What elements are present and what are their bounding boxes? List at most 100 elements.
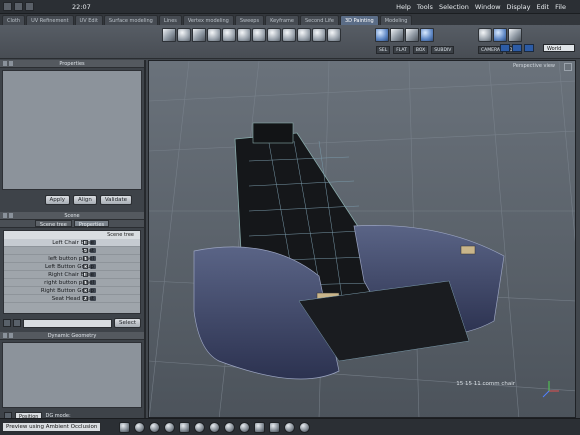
local-coord-icon[interactable] — [500, 44, 510, 52]
apply-button[interactable]: Apply — [44, 195, 71, 205]
tab-uv-refinement[interactable]: UV Refinement — [26, 15, 74, 25]
scene-item[interactable]: Seat Head Rest — [4, 295, 140, 303]
left-panels: Properties Apply Align Validate Scene Sc… — [0, 60, 146, 420]
label-sel[interactable]: SEL — [376, 46, 391, 54]
viewport-maximize-icon[interactable] — [564, 63, 572, 71]
tab-cloth[interactable]: Cloth — [2, 15, 26, 25]
scene-item[interactable]: right button panel — [4, 279, 140, 287]
label-box[interactable]: BOX — [412, 46, 429, 54]
frame-icon[interactable] — [119, 421, 131, 433]
label-subdiv[interactable]: SUBDIV — [431, 46, 455, 54]
dynamic-geometry-area — [2, 342, 142, 408]
rotate-icon[interactable] — [224, 421, 236, 433]
select-mode-icon[interactable] — [375, 28, 389, 42]
select-button[interactable]: Select — [114, 318, 141, 328]
plane-tool-icon[interactable] — [282, 28, 296, 42]
cube-tool-icon[interactable] — [162, 28, 176, 42]
lamp-icon[interactable] — [478, 28, 492, 42]
toolbar: SEL FLAT BOX SUBDIV CAMERA DOF — [0, 25, 580, 59]
tab-surface-modeling[interactable]: Surface modeling — [103, 15, 158, 25]
dome-tool-icon[interactable] — [312, 28, 326, 42]
tab-scene-properties[interactable]: Properties — [73, 220, 110, 228]
tab-keyframe[interactable]: Keyframe — [265, 15, 299, 25]
global-coord-icon[interactable] — [512, 44, 522, 52]
menu-display[interactable]: Display — [507, 3, 531, 11]
tab-3d-painting[interactable]: 3D Painting — [339, 15, 379, 25]
tab-lines[interactable]: Lines — [158, 15, 182, 25]
menu-tools[interactable]: Tools — [417, 3, 433, 11]
fit-view-icon[interactable] — [269, 421, 281, 433]
grid-icon[interactable] — [179, 421, 191, 433]
status-message: Preview using Ambient Occlusion — [2, 422, 102, 432]
scene-item[interactable]: Left Chair Base — [4, 239, 140, 247]
tab-second-life[interactable]: Second Life — [299, 15, 339, 25]
display-mode-labels: SEL FLAT BOX SUBDIV — [376, 46, 455, 54]
sphere-tool-icon[interactable] — [177, 28, 191, 42]
status-bar: Preview using Ambient Occlusion — [0, 418, 580, 435]
disc-tool-icon[interactable] — [267, 28, 281, 42]
properties-buttons: Apply Align Validate — [0, 192, 144, 208]
align-button[interactable]: Align — [73, 195, 97, 205]
tab-scene-tree[interactable]: Scene tree — [34, 220, 72, 228]
screen-coord-icon[interactable] — [524, 44, 534, 52]
panel-pin-icon[interactable] — [3, 61, 15, 66]
box-tool-icon[interactable] — [192, 28, 206, 42]
zoom-icon[interactable] — [239, 421, 251, 433]
scene-tree: Scene tree Left Chair Base Seat left but… — [3, 230, 141, 314]
scene-item[interactable]: Right Chair Base — [4, 271, 140, 279]
scene-item[interactable]: left button panel — [4, 255, 140, 263]
flat-mode-icon[interactable] — [390, 28, 404, 42]
move-icon[interactable] — [209, 421, 221, 433]
window-controls — [3, 2, 34, 11]
scene-tabs: Scene tree Properties — [0, 220, 144, 228]
sphere-preview-icon[interactable] — [134, 421, 146, 433]
pyramid-tool-icon[interactable] — [222, 28, 236, 42]
tab-vertex-modeling[interactable]: Vertex modeling — [182, 15, 234, 25]
perspective-viewport[interactable]: Perspective view 15 15 11 comm chair — [148, 60, 576, 418]
menu-bar: Help Tools Selection Window Display Edit… — [396, 3, 580, 11]
tab-sweeps[interactable]: Sweeps — [234, 15, 265, 25]
select-field[interactable] — [23, 318, 113, 328]
camera-icon[interactable] — [493, 28, 507, 42]
cylinder-tool-icon[interactable] — [237, 28, 251, 42]
view-cube-icon[interactable] — [508, 28, 522, 42]
scene-footer: Select — [3, 318, 141, 328]
dynamic-pin-icon[interactable] — [3, 333, 15, 338]
camera-nav-icon[interactable] — [254, 421, 266, 433]
scene-options-icon[interactable] — [3, 319, 11, 327]
window-icon-1[interactable] — [3, 2, 12, 11]
menu-edit[interactable]: Edit — [537, 3, 550, 11]
scene-delete-icon[interactable] — [13, 319, 21, 327]
torus-tool-icon[interactable] — [252, 28, 266, 42]
box-mode-icon[interactable] — [405, 28, 419, 42]
scene-item[interactable]: Seat — [4, 247, 140, 255]
wireframe-icon[interactable] — [164, 421, 176, 433]
scene-pin-icon[interactable] — [3, 213, 15, 218]
window-icon-2[interactable] — [14, 2, 23, 11]
render-icon[interactable] — [284, 421, 296, 433]
coordinate-space-select[interactable]: World — [543, 44, 575, 52]
menu-window[interactable]: Window — [475, 3, 501, 11]
scene-item[interactable]: Right Button Group — [4, 287, 140, 295]
pan-icon[interactable] — [194, 421, 206, 433]
subdiv-mode-icon[interactable] — [420, 28, 434, 42]
label-flat[interactable]: FLAT — [393, 46, 410, 54]
menu-help[interactable]: Help — [396, 3, 411, 11]
scene-panel: Scene Scene tree Properties Scene tree L… — [0, 212, 144, 328]
window-icon-3[interactable] — [25, 2, 34, 11]
tab-modeling[interactable]: Modeling — [379, 15, 413, 25]
scene-item[interactable]: Left Button Group — [4, 263, 140, 271]
validate-button[interactable]: Validate — [99, 195, 132, 205]
viewport-label: Perspective view — [512, 63, 555, 69]
light-icon[interactable] — [299, 421, 311, 433]
tab-uv-edit[interactable]: UV Edit — [74, 15, 103, 25]
shading-icon[interactable] — [149, 421, 161, 433]
coord-icons — [500, 44, 534, 52]
cone-tool-icon[interactable] — [207, 28, 221, 42]
menu-selection[interactable]: Selection — [439, 3, 469, 11]
title-bar: 22:07 Help Tools Selection Window Displa… — [0, 0, 580, 14]
capsule-tool-icon[interactable] — [327, 28, 341, 42]
dynamic-geometry-title: Dynamic Geometry — [0, 332, 144, 340]
menu-file[interactable]: File — [555, 3, 566, 11]
ellipsoid-tool-icon[interactable] — [297, 28, 311, 42]
